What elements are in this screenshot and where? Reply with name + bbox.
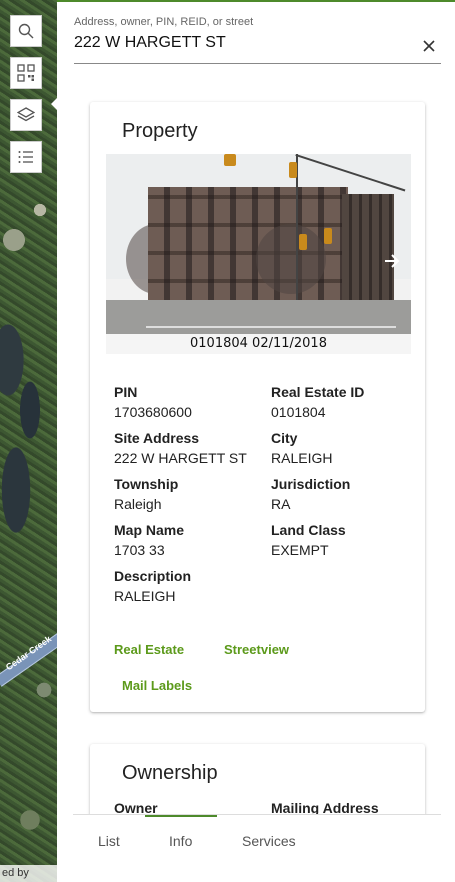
field-value: 1703 33 [114,542,165,558]
map-attribution: ed by [0,865,57,882]
qr-code-icon [17,64,35,82]
search-input[interactable]: 222 W HARGETT ST [74,34,441,52]
real-estate-link[interactable]: Real Estate [114,642,184,657]
photo-traffic-light [324,228,332,244]
field-township: Township Raleigh [114,476,264,512]
search-icon [18,23,34,39]
field-label: PIN [114,384,138,400]
tab-info[interactable]: Info [169,833,192,849]
photo-caption: 0101804 02/11/2018 [106,334,411,354]
map-search-button[interactable] [10,15,42,47]
map-toolbar [10,15,42,183]
map-layers-button[interactable] [10,99,42,131]
photo-building-side [342,194,394,304]
map-list-button[interactable] [10,141,42,173]
layers-icon [17,107,35,122]
field-value: EXEMPT [271,542,329,558]
ownership-title: Ownership [122,762,218,784]
field-value: Raleigh [114,496,162,512]
field-value: 1703680600 [114,404,192,420]
field-value: 222 W HARGETT ST [114,450,247,466]
field-value: RALEIGH [114,588,176,604]
arrow-right-icon[interactable] [383,252,401,270]
close-icon[interactable] [423,40,435,52]
mail-labels-link[interactable]: Mail Labels [122,678,192,693]
field-label: Real Estate ID [271,384,365,400]
property-title: Property [122,120,198,142]
map-qr-button[interactable] [10,57,42,89]
tab-services[interactable]: Services [242,833,296,849]
tab-list[interactable]: List [98,833,120,849]
field-label: City [271,430,298,446]
property-photo[interactable] [106,154,411,334]
info-panel: Address, owner, PIN, REID, or street 222… [51,0,455,882]
field-land-class: Land Class EXEMPT [271,522,421,558]
collapse-arrow-icon[interactable] [51,98,57,110]
list-icon [18,151,33,163]
property-card: Property 0101804 02/11/2018 PIN 17036806… [90,102,425,712]
active-tab-indicator [145,815,217,817]
field-value: RA [271,496,291,512]
field-value: 0101804 [271,404,326,420]
field-label: Site Address [114,430,200,446]
streetview-link[interactable]: Streetview [224,642,289,657]
photo-street-line [146,326,396,328]
field-label: Jurisdiction [271,476,351,492]
field-label: Description [114,568,192,584]
field-site-address: Site Address 222 W HARGETT ST [114,430,264,466]
field-city: City RALEIGH [271,430,421,466]
field-label: Land Class [271,522,346,538]
field-pin: PIN 1703680600 [114,384,264,420]
field-jurisdiction: Jurisdiction RA [271,476,421,512]
photo-traffic-light [289,162,297,178]
photo-traffic-light [224,154,236,166]
photo-tree [256,224,326,294]
field-label: Township [114,476,179,492]
search-label: Address, owner, PIN, REID, or street [74,16,254,28]
search-box: Address, owner, PIN, REID, or street 222… [74,16,441,64]
field-value: RALEIGH [271,450,333,466]
ownership-card: Ownership Owner Mailing Address [90,744,425,824]
field-description: Description RALEIGH [114,568,264,604]
field-label: Map Name [114,522,185,538]
photo-traffic-light [299,234,307,250]
field-real-estate-id: Real Estate ID 0101804 [271,384,421,420]
field-map-name: Map Name 1703 33 [114,522,264,558]
map-view[interactable]: Cedar Creek ed by [0,0,57,882]
bottom-tab-bar: List Info Services [73,814,441,866]
photo-street [106,300,411,334]
